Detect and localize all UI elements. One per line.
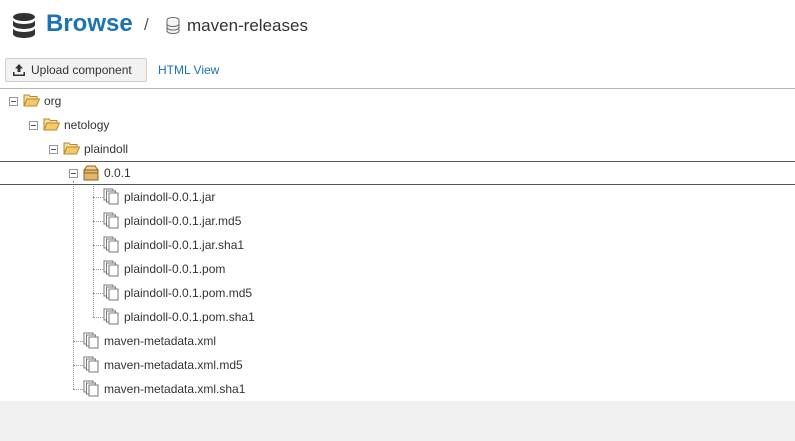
tree-node-file[interactable]: maven-metadata.xml.md5 (0, 353, 795, 377)
html-view-link[interactable]: HTML View (158, 63, 219, 77)
tree-node-netology[interactable]: netology (0, 113, 795, 137)
file-asset-icon (103, 284, 119, 301)
tree-node-file[interactable]: plaindoll-0.0.1.jar.sha1 (0, 233, 795, 257)
upload-component-button[interactable]: Upload component (5, 58, 147, 82)
toolbar: Upload component HTML View (0, 58, 795, 88)
breadcrumb-repository: maven-releases (187, 16, 308, 35)
tree-node-label: org (44, 94, 62, 108)
repository-tree: org netology plaindoll 0.0.1 plaindoll-0… (0, 89, 795, 401)
tree-node-label: netology (64, 118, 110, 132)
folder-open-icon (63, 142, 80, 155)
file-asset-icon (103, 188, 119, 205)
tree-node-label: plaindoll-0.0.1.pom.sha1 (124, 310, 255, 324)
tree-node-file[interactable]: plaindoll-0.0.1.jar.md5 (0, 209, 795, 233)
tree-node-version[interactable]: 0.0.1 (0, 161, 795, 185)
file-asset-icon (103, 260, 119, 277)
tree-node-label: maven-metadata.xml.sha1 (104, 382, 246, 396)
repository-icon (166, 17, 180, 34)
breadcrumb-separator: / (144, 15, 149, 34)
file-asset-icon (83, 356, 99, 373)
tree-node-label: plaindoll-0.0.1.pom (124, 262, 226, 276)
tree-node-file[interactable]: plaindoll-0.0.1.pom (0, 257, 795, 281)
tree-node-label: 0.0.1 (104, 166, 131, 180)
tree-node-file[interactable]: maven-metadata.xml.sha1 (0, 377, 795, 401)
tree-node-file[interactable]: plaindoll-0.0.1.pom.sha1 (0, 305, 795, 329)
collapse-toggle[interactable] (9, 97, 18, 106)
file-asset-icon (103, 212, 119, 229)
component-box-icon (83, 165, 99, 181)
upload-component-label: Upload component (31, 63, 132, 77)
tree-node-file[interactable]: maven-metadata.xml (0, 329, 795, 353)
tree-node-label: maven-metadata.xml (104, 334, 217, 348)
folder-open-icon (43, 118, 60, 131)
tree-node-label: plaindoll (84, 142, 129, 156)
collapse-toggle[interactable] (69, 169, 78, 178)
database-icon (13, 13, 35, 38)
empty-panel-area (0, 401, 795, 441)
page-header: Browse / maven-releases (0, 0, 795, 54)
tree-node-file[interactable]: plaindoll-0.0.1.jar (0, 185, 795, 209)
file-asset-icon (103, 236, 119, 253)
file-asset-icon (83, 332, 99, 349)
collapse-toggle[interactable] (29, 121, 38, 130)
file-asset-icon (103, 308, 119, 325)
tree-node-label: plaindoll-0.0.1.jar.md5 (124, 214, 242, 228)
collapse-toggle[interactable] (49, 145, 58, 154)
file-asset-icon (83, 380, 99, 397)
tree-node-label: plaindoll-0.0.1.jar.sha1 (124, 238, 245, 252)
tree-node-plaindoll[interactable]: plaindoll (0, 137, 795, 161)
tree-node-label: plaindoll-0.0.1.jar (124, 190, 216, 204)
tree-node-label: maven-metadata.xml.md5 (104, 358, 243, 372)
tree-node-label: plaindoll-0.0.1.pom.md5 (124, 286, 253, 300)
tree-node-org[interactable]: org (0, 89, 795, 113)
page-title[interactable]: Browse (46, 10, 133, 38)
folder-open-icon (23, 94, 40, 107)
tree-node-file[interactable]: plaindoll-0.0.1.pom.md5 (0, 281, 795, 305)
upload-icon (13, 64, 25, 76)
